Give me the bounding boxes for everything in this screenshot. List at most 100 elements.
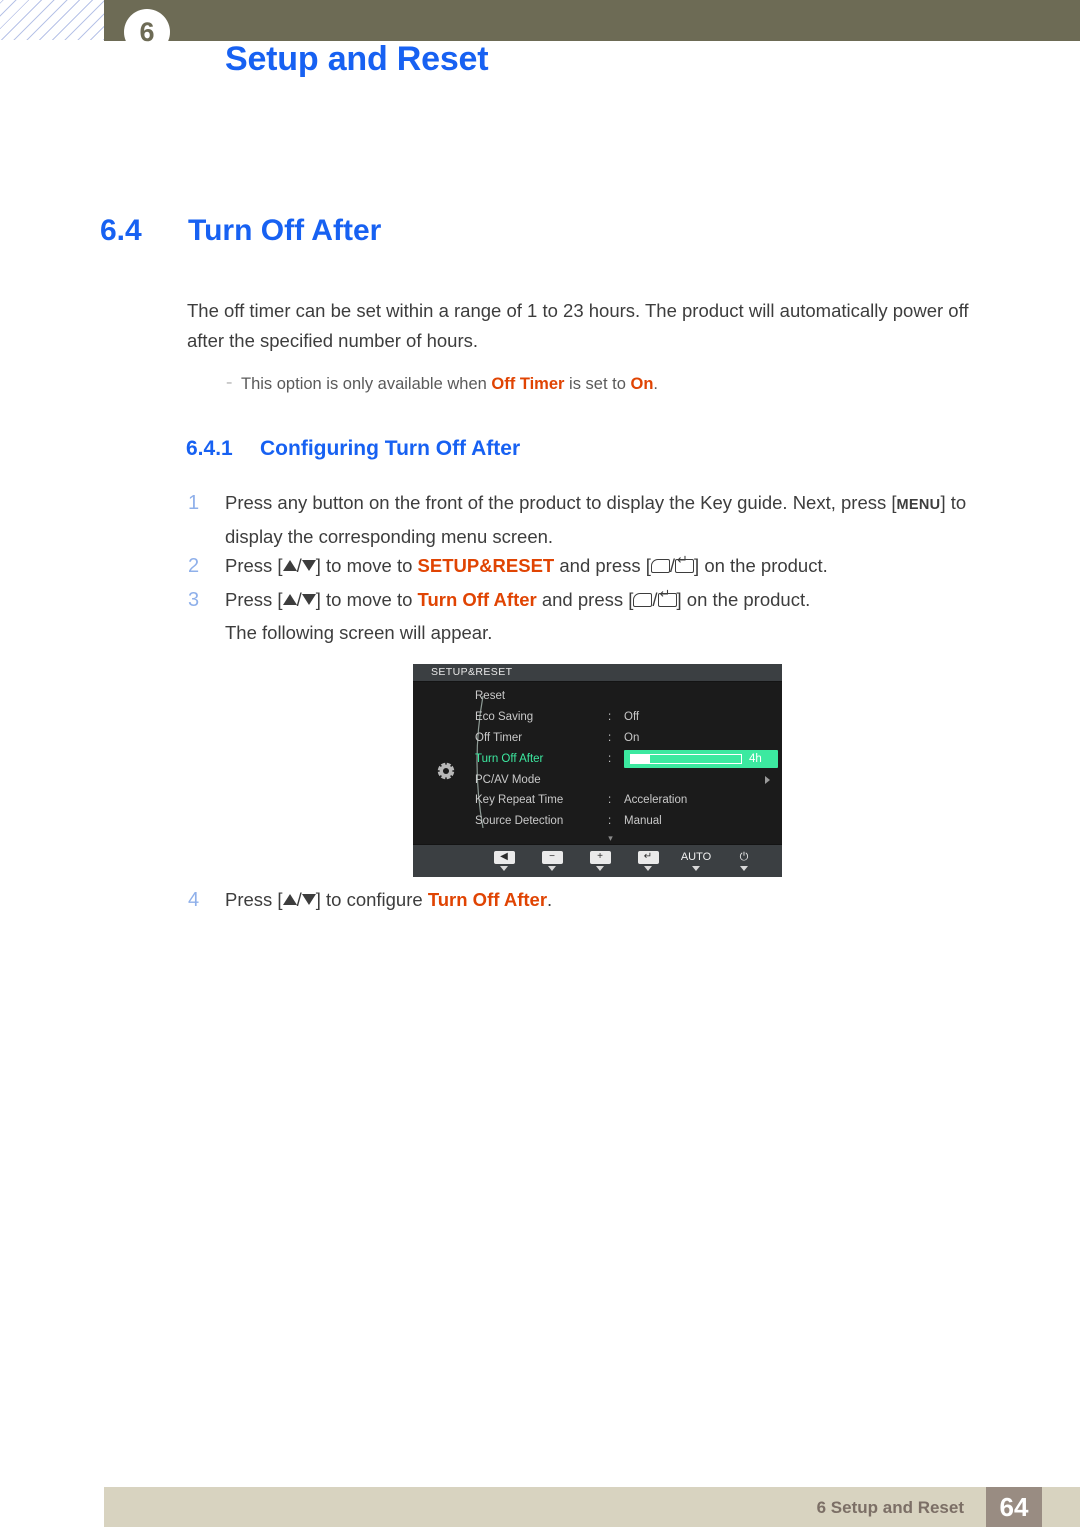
- osd-menu-screenshot: SETUP&RESET Reset Eco Saving: Off Off T…: [413, 664, 782, 877]
- osd-value: Off: [624, 711, 640, 724]
- slider-value: 4h: [749, 752, 762, 765]
- osd-value: On: [624, 731, 640, 744]
- osd-row-reset[interactable]: Reset: [473, 686, 778, 707]
- footer-page-number: 64: [986, 1487, 1042, 1527]
- step-4-part2: ] to configure: [315, 889, 428, 910]
- step-3-highlight: Turn Off After: [417, 589, 537, 610]
- note-text-middle: is set to: [564, 375, 631, 393]
- back-key-icon: [650, 559, 670, 573]
- turn-off-after-slider[interactable]: 4h: [624, 749, 778, 768]
- osd-row-eco-saving[interactable]: Eco Saving : Off: [473, 707, 778, 728]
- osd-key-enter[interactable]: ↵: [624, 845, 672, 871]
- intro-paragraph: The off timer can be set within a range …: [187, 300, 969, 351]
- osd-colon: :: [608, 794, 612, 807]
- step-3-part4: ] on the product.: [676, 589, 811, 610]
- page-footer: 6 Setup and Reset 64: [104, 1487, 1080, 1527]
- step-3: 3 Press [/] to move to Turn Off After an…: [188, 584, 1018, 616]
- slider-fill: [631, 754, 650, 763]
- step-4-text: Press [/] to configure Turn Off After.: [225, 884, 1018, 916]
- page-header-bar: [104, 0, 1080, 41]
- gear-icon: [435, 760, 457, 782]
- step-2: 2 Press [/] to move to SETUP&RESET and p…: [188, 550, 1018, 582]
- up-arrow-icon: [282, 560, 297, 571]
- osd-menu-list: Reset Eco Saving : Off Off Timer : On Tu…: [473, 686, 778, 844]
- step-2-part1: Press [: [225, 555, 283, 576]
- subsection-title: Configuring Turn Off After: [260, 437, 521, 460]
- key-sub-arrow-icon: [596, 866, 604, 871]
- osd-key-minus[interactable]: −: [528, 845, 576, 871]
- step-2-number: 2: [188, 555, 200, 577]
- slider-track: [630, 753, 742, 764]
- osd-title: SETUP&RESET: [413, 664, 782, 682]
- corner-hatch-decoration: [0, 0, 104, 40]
- back-icon: ◀: [493, 850, 515, 864]
- osd-key-guide-bar: ◀ − + ↵ AUTO ⏻: [413, 844, 782, 877]
- section-heading: 6.4 Turn Off After: [100, 214, 381, 248]
- osd-colon: :: [608, 752, 612, 765]
- note-bullet-icon: ⁃: [225, 375, 234, 393]
- step-1: 1 Press any button on the front of the p…: [188, 487, 1018, 553]
- osd-row-key-repeat-time[interactable]: Key Repeat Time : Acceleration: [473, 790, 778, 811]
- chapter-number-badge: 6: [124, 9, 170, 55]
- osd-row-off-timer[interactable]: Off Timer : On: [473, 728, 778, 749]
- note-highlight-off-timer: Off Timer: [491, 375, 565, 393]
- key-sub-arrow-icon: [548, 866, 556, 871]
- up-arrow-icon: [282, 894, 297, 905]
- osd-colon: :: [608, 711, 612, 724]
- osd-label: Eco Saving: [475, 711, 534, 724]
- menu-key-label: MENU: [896, 497, 941, 513]
- subsection-heading: 6.4.1 Configuring Turn Off After: [186, 437, 520, 461]
- key-sub-arrow-icon: [692, 866, 700, 871]
- osd-row-turn-off-after[interactable]: Turn Off After : 4h: [473, 748, 778, 769]
- minus-icon: −: [541, 850, 563, 864]
- enter-icon: ↵: [637, 850, 659, 864]
- up-arrow-icon: [282, 594, 297, 605]
- step-2-part4: ] on the product.: [694, 555, 828, 576]
- power-icon: ⏻: [739, 850, 749, 863]
- step-2-part2: ] to move to: [315, 555, 418, 576]
- step-2-highlight: SETUP&RESET: [417, 555, 555, 576]
- osd-label: PC/AV Mode: [475, 773, 541, 786]
- osd-value: Manual: [624, 815, 662, 828]
- key-sub-arrow-icon: [644, 866, 652, 871]
- plus-icon: +: [589, 850, 611, 864]
- osd-key-auto[interactable]: AUTO: [672, 845, 720, 871]
- step-3-part1: Press [: [225, 589, 283, 610]
- osd-colon: :: [608, 731, 612, 744]
- step-4-part1: Press [: [225, 889, 283, 910]
- osd-label: Key Repeat Time: [475, 794, 564, 807]
- key-sub-arrow-icon: [500, 866, 508, 871]
- osd-key-power[interactable]: ⏻: [720, 845, 768, 871]
- step-4-highlight: Turn Off After: [427, 889, 548, 910]
- section-title: Turn Off After: [188, 214, 382, 247]
- key-sub-arrow-icon: [740, 866, 748, 871]
- step-3-text: Press [ / ] to move to Turn Off After and …: [225, 584, 1018, 616]
- scroll-down-indicator-icon[interactable]: ▾: [443, 833, 778, 844]
- enter-key-icon: [657, 587, 677, 607]
- note-text-after: .: [653, 375, 658, 393]
- osd-row-pc-av-mode[interactable]: PC/AV Mode: [473, 769, 778, 790]
- step-4-part3: .: [547, 889, 553, 910]
- osd-label: Reset: [475, 690, 506, 703]
- down-arrow-icon: [301, 594, 316, 605]
- step-3-part3: and press [: [536, 589, 634, 610]
- osd-label: Source Detection: [475, 815, 564, 828]
- osd-colon: :: [608, 815, 612, 828]
- section-number: 6.4: [100, 214, 142, 247]
- osd-key-back[interactable]: ◀: [480, 845, 528, 871]
- footer-chapter-label: 6 Setup and Reset: [816, 1498, 964, 1517]
- step-1-part1: Press any button on the front of the pro…: [225, 492, 897, 513]
- osd-key-plus[interactable]: +: [576, 845, 624, 871]
- osd-row-source-detection[interactable]: Source Detection : Manual: [473, 811, 778, 832]
- note-text-before: This option is only available when: [241, 375, 492, 393]
- down-arrow-icon: [301, 560, 316, 571]
- auto-label: AUTO: [680, 851, 712, 863]
- osd-label: Turn Off After: [475, 752, 544, 765]
- back-key-icon: [633, 593, 653, 607]
- osd-value: Acceleration: [624, 794, 688, 807]
- step-3-part2: ] to move to: [315, 589, 418, 610]
- step-4: 4 Press [/] to configure Turn Off After.: [188, 884, 1018, 916]
- step-3-key-sep: /: [652, 589, 658, 610]
- page-title: Setup and Reset: [225, 40, 489, 78]
- enter-key-icon: [675, 553, 695, 573]
